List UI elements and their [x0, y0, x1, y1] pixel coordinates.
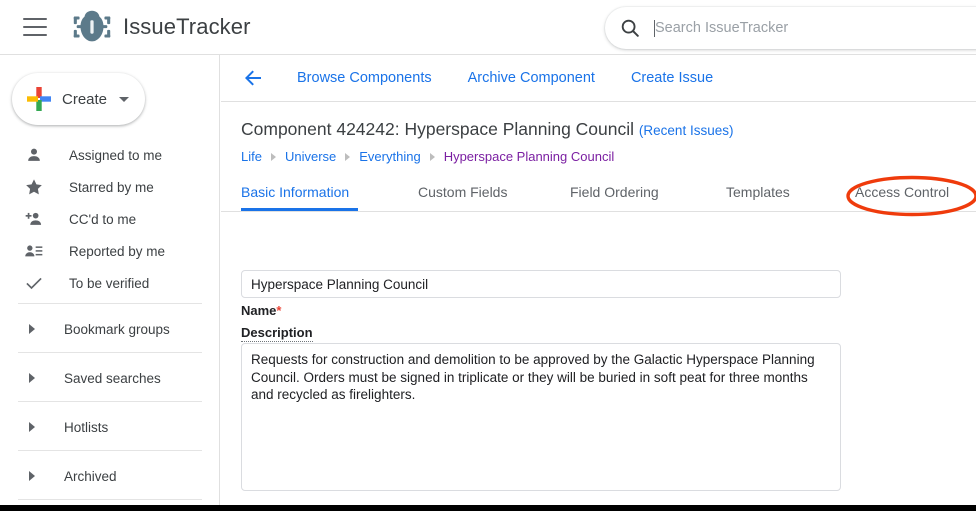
breadcrumb-separator-icon — [270, 152, 276, 161]
main-content: Browse Components Archive Component Crea… — [221, 55, 976, 511]
sidebar-group-saved-searches[interactable]: Saved searches — [0, 362, 220, 394]
sidebar-group-bookmark-groups[interactable]: Bookmark groups — [0, 313, 220, 345]
tab-active-indicator — [241, 208, 358, 211]
sidebar-divider — [18, 499, 202, 500]
sidebar: Create Assigned to me Starred by me CC'd… — [0, 55, 220, 511]
chevron-down-icon[interactable] — [119, 96, 130, 102]
bug-icon — [73, 10, 111, 42]
sidebar-item-label: To be verified — [69, 275, 150, 291]
name-label-text: Name — [241, 303, 277, 318]
sidebar-item-label: Assigned to me — [69, 147, 163, 163]
description-textarea[interactable] — [241, 343, 841, 491]
browse-components-link[interactable]: Browse Components — [297, 70, 432, 86]
tab-access-control[interactable]: Access Control — [855, 182, 949, 200]
sidebar-item-label: Reported by me — [69, 243, 166, 259]
person-icon — [28, 148, 40, 161]
star-icon — [26, 179, 42, 195]
sidebar-divider — [18, 352, 202, 353]
create-issue-link[interactable]: Create Issue — [631, 70, 713, 86]
person-add-icon — [25, 212, 42, 225]
description-field-label: Description — [241, 325, 313, 342]
sidebar-item-to-be-verified[interactable]: To be verified — [0, 267, 220, 299]
plus-icon — [27, 87, 51, 111]
breadcrumb-item-universe[interactable]: Universe — [285, 149, 336, 164]
triangle-right-icon — [29, 471, 35, 481]
tab-bar-divider — [221, 211, 976, 212]
tab-field-ordering[interactable]: Field Ordering — [570, 182, 659, 200]
sidebar-group-label: Bookmark groups — [64, 321, 170, 337]
action-bar: Browse Components Archive Component Crea… — [221, 55, 976, 102]
hamburger-icon[interactable] — [23, 18, 47, 36]
page-title-text: Component 424242: Hyperspace Planning Co… — [241, 119, 635, 139]
tab-basic-information[interactable]: Basic Information — [241, 182, 349, 200]
description-label-text: Description — [241, 325, 313, 342]
sidebar-item-reported-by-me[interactable]: Reported by me — [0, 235, 220, 267]
triangle-right-icon — [29, 324, 35, 334]
breadcrumb: Life Universe Everything Hyperspace Plan… — [241, 149, 614, 164]
sidebar-nav-list: Assigned to me Starred by me CC'd to me — [0, 139, 220, 299]
archive-component-link[interactable]: Archive Component — [468, 70, 595, 86]
sidebar-item-assigned-to-me[interactable]: Assigned to me — [0, 139, 220, 171]
sidebar-divider — [18, 450, 202, 451]
breadcrumb-item-life[interactable]: Life — [241, 149, 262, 164]
app-window: IssueTracker Search IssueTracker Create — [0, 0, 976, 511]
sidebar-group-archived[interactable]: Archived — [0, 460, 220, 492]
sidebar-divider — [18, 401, 202, 402]
sidebar-item-label: CC'd to me — [69, 211, 137, 227]
person-list-icon — [25, 245, 43, 257]
app-logo[interactable]: IssueTracker — [69, 4, 251, 50]
brand-title: IssueTracker — [123, 14, 251, 39]
search-icon — [621, 19, 639, 37]
name-input[interactable] — [241, 270, 841, 298]
breadcrumb-separator-icon — [429, 152, 435, 161]
sidebar-divider — [18, 303, 202, 304]
search-input[interactable]: Search IssueTracker — [655, 20, 788, 36]
required-asterisk: * — [276, 303, 282, 318]
sidebar-group-label: Archived — [64, 468, 117, 484]
search-box[interactable]: Search IssueTracker — [605, 7, 976, 49]
create-button-label: Create — [62, 90, 108, 108]
sidebar-item-label: Starred by me — [69, 179, 154, 195]
name-field-label: Name* — [241, 303, 281, 318]
triangle-right-icon — [29, 422, 35, 432]
breadcrumb-separator-icon — [345, 152, 351, 161]
sidebar-group-label: Hotlists — [64, 419, 109, 435]
arrow-left-icon[interactable] — [241, 66, 265, 90]
breadcrumb-item-current[interactable]: Hyperspace Planning Council — [444, 149, 615, 164]
check-icon — [26, 277, 42, 290]
top-header: IssueTracker Search IssueTracker — [0, 0, 976, 55]
recent-issues-link[interactable]: (Recent Issues) — [639, 123, 734, 138]
tab-templates[interactable]: Templates — [726, 182, 790, 200]
viewport-bottom-edge — [0, 505, 976, 511]
sidebar-group-hotlists[interactable]: Hotlists — [0, 411, 220, 443]
create-button[interactable]: Create — [12, 73, 145, 125]
page-title: Component 424242: Hyperspace Planning Co… — [241, 119, 733, 140]
sidebar-group-label: Saved searches — [64, 370, 161, 386]
breadcrumb-item-everything[interactable]: Everything — [359, 149, 420, 164]
triangle-right-icon — [29, 373, 35, 383]
tab-custom-fields[interactable]: Custom Fields — [418, 182, 507, 200]
sidebar-item-starred-by-me[interactable]: Starred by me — [0, 171, 220, 203]
sidebar-item-ccd-to-me[interactable]: CC'd to me — [0, 203, 220, 235]
